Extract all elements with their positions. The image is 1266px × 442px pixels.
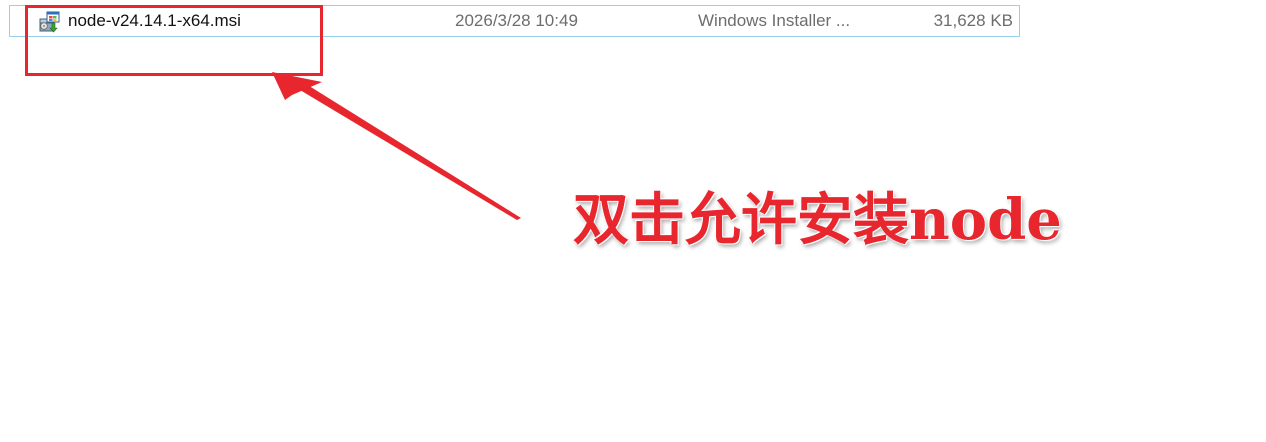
instruction-text: 双击允许安装node	[573, 187, 1062, 253]
file-type: Windows Installer ...	[698, 11, 851, 30]
file-size: 31,628 KB	[933, 11, 1013, 30]
highlight-box	[25, 5, 323, 76]
file-date-modified: 2026/3/28 10:49	[455, 11, 578, 30]
